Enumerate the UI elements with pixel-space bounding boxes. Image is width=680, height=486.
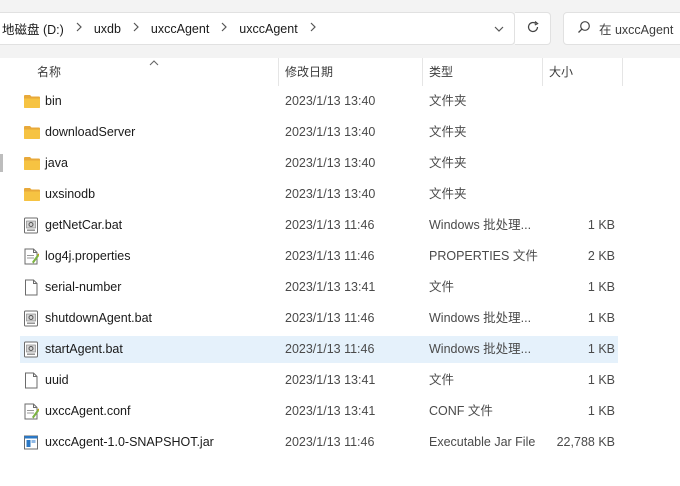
file-size: 1 KB xyxy=(587,373,615,387)
search-icon xyxy=(577,20,591,37)
refresh-icon xyxy=(526,20,540,37)
nav-pane-edge xyxy=(0,154,3,172)
file-type: 文件 xyxy=(429,373,455,387)
file-row[interactable]: uuid 2023/1/13 13:41 文件 1 KB xyxy=(20,367,618,394)
batch-file-icon xyxy=(23,217,41,234)
file-row[interactable]: uxsinodb 2023/1/13 13:40 文件夹 xyxy=(20,181,618,208)
file-name: shutdownAgent.bat xyxy=(45,311,153,325)
chevron-right-icon[interactable] xyxy=(72,22,86,35)
file-row[interactable]: uxccAgent.conf 2023/1/13 13:41 CONF 文件 1 KB xyxy=(20,398,618,425)
file-modified-date: 2023/1/13 11:46 xyxy=(285,218,375,232)
config-file-icon xyxy=(23,403,41,420)
address-dropdown-button[interactable] xyxy=(488,13,510,44)
chevron-down-icon xyxy=(494,22,504,36)
file-name: log4j.properties xyxy=(45,249,131,263)
search-placeholder: 在 uxccAgent xyxy=(599,23,674,37)
file-type: PROPERTIES 文件 xyxy=(429,249,538,263)
file-name: uxccAgent.conf xyxy=(45,404,131,418)
breadcrumb: 地磁盘 (D:) uxdb uxccAgent uxccAgent xyxy=(0,13,326,44)
search-input[interactable]: 在 uxccAgent xyxy=(563,12,680,45)
file-modified-date: 2023/1/13 11:46 xyxy=(285,311,375,325)
file-name: uxsinodb xyxy=(45,187,96,201)
sort-up-icon xyxy=(149,55,159,69)
blank-file-icon xyxy=(23,279,41,296)
file-row[interactable]: shutdownAgent.bat 2023/1/13 11:46 Windows … xyxy=(20,305,618,332)
folder-icon xyxy=(23,124,41,141)
batch-file-icon xyxy=(23,310,41,327)
file-type: 文件夹 xyxy=(429,94,467,108)
file-modified-date: 2023/1/13 11:46 xyxy=(285,249,375,263)
file-type: Executable Jar File xyxy=(429,435,536,449)
file-type: Windows 批处理... xyxy=(429,311,532,325)
file-type: 文件 xyxy=(429,280,455,294)
file-size: 1 KB xyxy=(587,280,615,294)
folder-icon xyxy=(23,155,41,172)
file-row[interactable]: downloadServer 2023/1/13 13:40 文件夹 xyxy=(20,119,618,146)
file-type: Windows 批处理... xyxy=(429,218,532,232)
file-row[interactable]: bin 2023/1/13 13:40 文件夹 xyxy=(20,88,618,115)
file-row[interactable]: java 2023/1/13 13:40 文件夹 xyxy=(20,150,618,177)
file-row[interactable]: log4j.properties 2023/1/13 11:46 PROPERTIE… xyxy=(20,243,618,270)
breadcrumb-uxccagent-current[interactable]: uxccAgent xyxy=(237,22,299,36)
blank-file-icon xyxy=(23,372,41,389)
file-row[interactable]: uxccAgent-1.0-SNAPSHOT.jar 2023/1/13 11:4… xyxy=(20,429,618,456)
column-header-size[interactable]: 大小 xyxy=(542,58,573,86)
address-toolbar: 地磁盘 (D:) uxdb uxccAgent uxccAgent 在 uxcc… xyxy=(0,0,680,58)
chevron-right-icon[interactable] xyxy=(217,22,231,35)
chevron-right-icon[interactable] xyxy=(306,22,320,35)
file-type: 文件夹 xyxy=(429,187,467,201)
column-divider[interactable] xyxy=(622,58,623,86)
column-header: 名称 修改日期 类型 大小 xyxy=(0,58,680,86)
folder-icon xyxy=(23,186,41,203)
file-modified-date: 2023/1/13 13:40 xyxy=(285,156,376,170)
file-size: 22,788 KB xyxy=(556,435,615,449)
file-name: java xyxy=(45,156,68,170)
file-name: getNetCar.bat xyxy=(45,218,123,232)
file-size: 1 KB xyxy=(587,404,615,418)
file-modified-date: 2023/1/13 11:46 xyxy=(285,435,375,449)
column-header-name[interactable]: 名称 xyxy=(30,58,61,86)
file-type: CONF 文件 xyxy=(429,404,493,418)
file-modified-date: 2023/1/13 13:40 xyxy=(285,125,376,139)
file-name: uxccAgent-1.0-SNAPSHOT.jar xyxy=(45,435,214,449)
file-row[interactable]: serial-number 2023/1/13 13:41 文件 1 KB xyxy=(20,274,618,301)
breadcrumb-drive[interactable]: 地磁盘 (D:) xyxy=(0,19,66,38)
address-bar[interactable]: 地磁盘 (D:) uxdb uxccAgent uxccAgent xyxy=(0,12,515,45)
file-name: serial-number xyxy=(45,280,122,294)
file-name: uuid xyxy=(45,373,69,387)
chevron-right-icon[interactable] xyxy=(129,22,143,35)
file-modified-date: 2023/1/13 13:40 xyxy=(285,94,376,108)
refresh-button[interactable] xyxy=(515,12,551,45)
file-size: 1 KB xyxy=(587,342,615,356)
file-modified-date: 2023/1/13 13:41 xyxy=(285,404,376,418)
breadcrumb-uxccagent-parent[interactable]: uxccAgent xyxy=(149,22,211,36)
file-size: 1 KB xyxy=(587,311,615,325)
column-header-type[interactable]: 类型 xyxy=(422,58,453,86)
column-header-date[interactable]: 修改日期 xyxy=(278,58,333,86)
file-modified-date: 2023/1/13 13:41 xyxy=(285,373,376,387)
file-name: startAgent.bat xyxy=(45,342,123,356)
batch-file-icon xyxy=(23,341,41,358)
file-size: 1 KB xyxy=(587,218,615,232)
jar-file-icon xyxy=(23,434,41,451)
file-row[interactable]: startAgent.bat 2023/1/13 11:46 Windows 批处理… xyxy=(20,336,618,363)
file-name: bin xyxy=(45,94,62,108)
file-name: downloadServer xyxy=(45,125,136,139)
file-modified-date: 2023/1/13 13:40 xyxy=(285,187,376,201)
file-size: 2 KB xyxy=(587,249,615,263)
file-row[interactable]: getNetCar.bat 2023/1/13 11:46 Windows 批处理.… xyxy=(20,212,618,239)
config-file-icon xyxy=(23,248,41,265)
folder-icon xyxy=(23,93,41,110)
file-modified-date: 2023/1/13 13:41 xyxy=(285,280,376,294)
file-type: 文件夹 xyxy=(429,125,467,139)
file-type: 文件夹 xyxy=(429,156,467,170)
file-type: Windows 批处理... xyxy=(429,342,532,356)
breadcrumb-uxdb[interactable]: uxdb xyxy=(92,22,123,36)
file-modified-date: 2023/1/13 11:46 xyxy=(285,342,375,356)
